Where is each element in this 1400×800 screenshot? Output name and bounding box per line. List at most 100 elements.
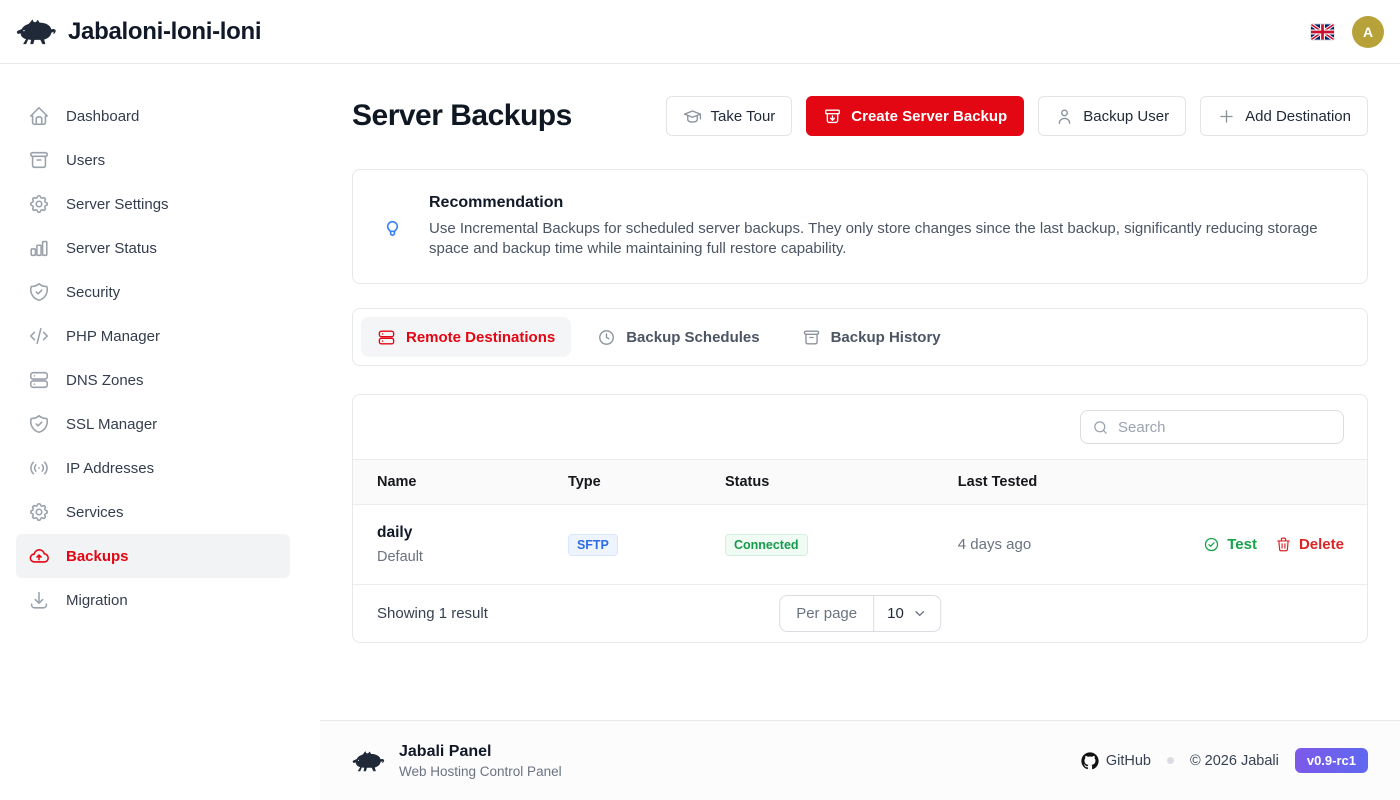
user-icon	[1055, 107, 1074, 126]
status-badge: Connected	[725, 534, 808, 556]
column-header-status: Status	[725, 460, 958, 505]
pagination-bar: Showing 1 result Per page 10	[353, 584, 1367, 642]
gear-icon	[28, 193, 50, 215]
server-icon	[377, 328, 396, 347]
tab-remote-destinations[interactable]: Remote Destinations	[361, 317, 571, 357]
sidebar-item-label: Services	[66, 504, 124, 521]
broadcast-icon	[28, 457, 50, 479]
github-link[interactable]: GitHub	[1081, 752, 1151, 770]
sidebar: Dashboard Users Server Settings Server S…	[0, 64, 320, 800]
sidebar-item-label: IP Addresses	[66, 460, 154, 477]
shield-check-icon	[28, 281, 50, 303]
sidebar-item-php-manager[interactable]: PHP Manager	[16, 314, 290, 358]
table-row: daily Default SFTP Connected 4 days ago …	[353, 505, 1367, 585]
test-button[interactable]: Test	[1203, 536, 1257, 553]
brand: Jabaloni-loni-loni	[16, 18, 261, 46]
sidebar-item-label: Dashboard	[66, 108, 139, 125]
gear-icon	[28, 501, 50, 523]
sidebar-item-label: Server Status	[66, 240, 157, 257]
destination-name: daily	[377, 524, 568, 542]
per-page-label: Per page	[780, 596, 874, 631]
version-badge: v0.9-rc1	[1295, 748, 1368, 773]
code-icon	[28, 325, 50, 347]
take-tour-button[interactable]: Take Tour	[666, 96, 793, 136]
sidebar-item-dns-zones[interactable]: DNS Zones	[16, 358, 290, 402]
sidebar-item-migration[interactable]: Migration	[16, 578, 290, 622]
search-box	[1080, 410, 1344, 444]
sidebar-item-label: Server Settings	[66, 196, 169, 213]
per-page-select[interactable]: Per page 10	[779, 595, 941, 632]
sidebar-item-server-status[interactable]: Server Status	[16, 226, 290, 270]
trash-icon	[1275, 536, 1292, 553]
type-badge: SFTP	[568, 534, 618, 556]
last-tested-value: 4 days ago	[958, 536, 1031, 553]
backup-tabs: Remote Destinations Backup Schedules Bac…	[352, 308, 1368, 366]
check-circle-icon	[1203, 536, 1220, 553]
column-header-type: Type	[568, 460, 725, 505]
search-input[interactable]	[1118, 419, 1332, 436]
destinations-table: Name Type Status Last Tested daily Defau…	[353, 459, 1367, 584]
sidebar-item-dashboard[interactable]: Dashboard	[16, 94, 290, 138]
recommendation-title: Recommendation	[429, 194, 1321, 212]
column-header-actions	[1203, 460, 1367, 505]
sidebar-item-security[interactable]: Security	[16, 270, 290, 314]
clock-icon	[597, 328, 616, 347]
per-page-value: 10	[887, 605, 904, 622]
footer-tagline: Web Hosting Control Panel	[399, 764, 562, 779]
language-flag-icon[interactable]	[1311, 24, 1334, 40]
sidebar-item-server-settings[interactable]: Server Settings	[16, 182, 290, 226]
sidebar-item-label: Migration	[66, 592, 128, 609]
recommendation-banner: Recommendation Use Incremental Backups f…	[352, 169, 1368, 284]
copyright-text: © 2026 Jabali	[1190, 753, 1279, 769]
tab-backup-schedules[interactable]: Backup Schedules	[581, 317, 775, 357]
sidebar-item-services[interactable]: Services	[16, 490, 290, 534]
graduation-cap-icon	[683, 107, 702, 126]
github-icon	[1081, 752, 1099, 770]
boar-logo-icon	[16, 18, 58, 45]
server-icon	[28, 369, 50, 391]
avatar[interactable]: A	[1352, 16, 1384, 48]
add-destination-button[interactable]: Add Destination	[1200, 96, 1368, 136]
sidebar-item-label: Users	[66, 152, 105, 169]
plus-icon	[1217, 107, 1236, 126]
column-header-name: Name	[353, 460, 568, 505]
archive-icon	[28, 149, 50, 171]
search-icon	[1092, 419, 1109, 436]
destinations-panel: Name Type Status Last Tested daily Defau…	[352, 394, 1368, 643]
delete-button[interactable]: Delete	[1275, 536, 1344, 553]
create-server-backup-button[interactable]: Create Server Backup	[806, 96, 1024, 136]
sidebar-item-label: DNS Zones	[66, 372, 144, 389]
chevron-down-icon	[912, 606, 927, 621]
results-summary: Showing 1 result	[377, 605, 488, 622]
sidebar-item-label: PHP Manager	[66, 328, 160, 345]
recommendation-body: Use Incremental Backups for scheduled se…	[429, 219, 1321, 259]
sidebar-item-users[interactable]: Users	[16, 138, 290, 182]
lightbulb-icon	[381, 215, 404, 238]
download-icon	[28, 589, 50, 611]
sidebar-item-ssl-manager[interactable]: SSL Manager	[16, 402, 290, 446]
column-header-last-tested: Last Tested	[958, 460, 1203, 505]
sidebar-item-label: Backups	[66, 548, 129, 565]
archive-icon	[802, 328, 821, 347]
footer-brand: Jabali Panel	[399, 743, 562, 761]
app-footer: Jabali Panel Web Hosting Control Panel G…	[320, 720, 1400, 800]
app-header: Jabaloni-loni-loni A	[0, 0, 1400, 64]
dot-separator	[1167, 757, 1174, 764]
sidebar-item-label: SSL Manager	[66, 416, 157, 433]
shield-check-icon	[28, 413, 50, 435]
page-actions: Take Tour Create Server Backup Backup Us…	[666, 96, 1368, 136]
destination-subtitle: Default	[377, 549, 568, 565]
sidebar-item-backups[interactable]: Backups	[16, 534, 290, 578]
bar-chart-icon	[28, 237, 50, 259]
sidebar-item-ip-addresses[interactable]: IP Addresses	[16, 446, 290, 490]
app-title: Jabaloni-loni-loni	[68, 18, 261, 46]
cloud-upload-icon	[28, 545, 50, 567]
boar-logo-icon	[352, 750, 386, 772]
home-icon	[28, 105, 50, 127]
table-header-row: Name Type Status Last Tested	[353, 460, 1367, 505]
tab-backup-history[interactable]: Backup History	[786, 317, 957, 357]
page-title: Server Backups	[352, 99, 572, 133]
backup-user-button[interactable]: Backup User	[1038, 96, 1186, 136]
sidebar-item-label: Security	[66, 284, 120, 301]
archive-down-icon	[823, 107, 842, 126]
